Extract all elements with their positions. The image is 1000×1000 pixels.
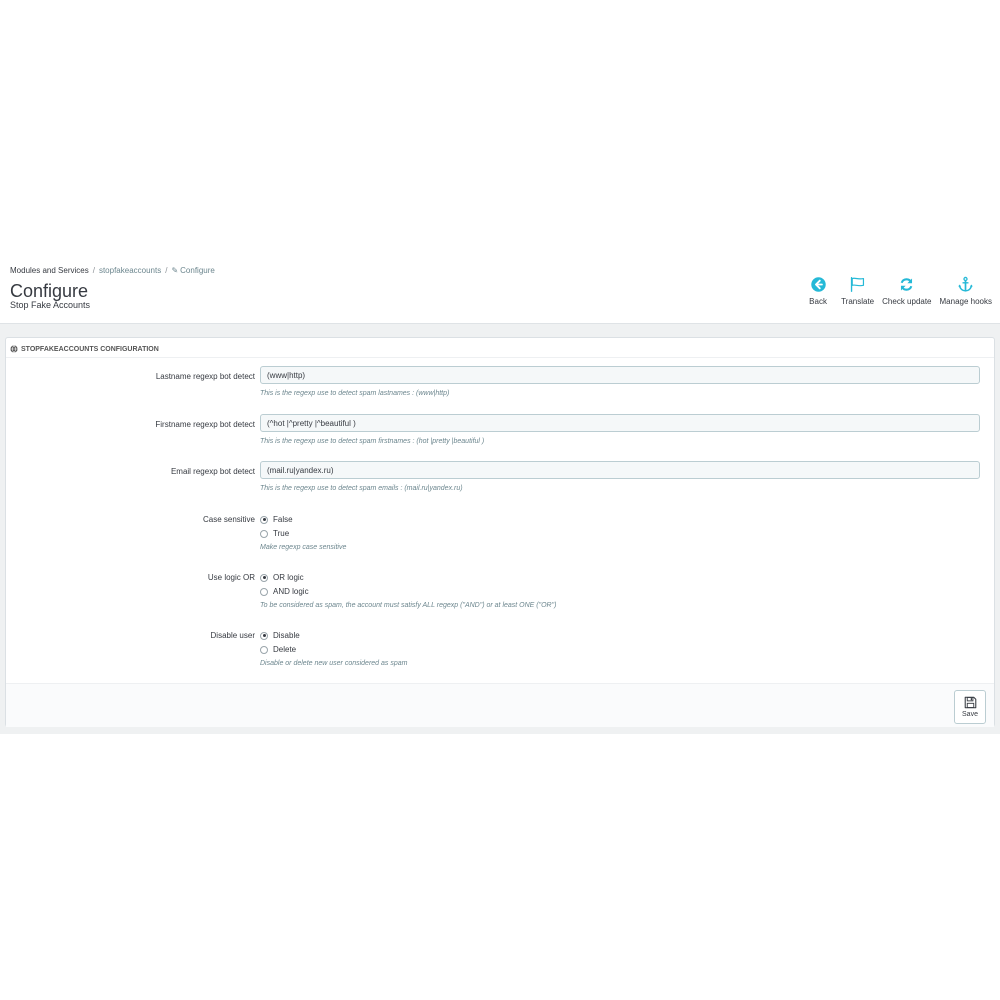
translate-label: Translate	[841, 297, 875, 306]
radio-delete[interactable]	[260, 645, 268, 654]
breadcrumb: Modules and Services / stopfakeaccounts / ✎ C…	[10, 266, 215, 275]
panel-divider	[6, 357, 994, 358]
lastname-label: Lastname regexp bot detect	[155, 372, 255, 381]
refresh-icon	[901, 278, 913, 291]
lastname-regexp-input[interactable]	[260, 366, 980, 384]
lastname-help: This is the regexp use to detect spam la…	[260, 390, 450, 397]
panel-footer: Save	[6, 683, 994, 727]
anchor-icon	[958, 276, 973, 292]
case-sensitive-label: Case sensitive	[202, 515, 255, 524]
option-delete-label: Delete	[273, 645, 297, 654]
back-arrow-icon	[810, 277, 826, 292]
case-sensitive-option-false[interactable]: False	[260, 515, 293, 524]
radio-and[interactable]	[260, 587, 268, 596]
option-and-label: AND logic	[273, 587, 309, 596]
page-title: Configure	[10, 281, 89, 301]
option-false-label: False	[273, 515, 293, 524]
floppy-disk-icon	[964, 696, 976, 709]
save-label: Save	[962, 711, 978, 718]
panel-heading: STOPFAKEACCOUNTS CONFIGURATION	[10, 342, 159, 356]
logic-option-and[interactable]: AND logic	[260, 587, 309, 596]
page-subtitle: Stop Fake Accounts	[10, 300, 91, 310]
radio-or[interactable]	[260, 573, 268, 582]
case-sensitive-option-true[interactable]: True	[260, 529, 289, 538]
option-disable-label: Disable	[273, 631, 300, 640]
disable-user-label: Disable user	[210, 631, 255, 640]
firstname-help: This is the regexp use to detect spam fi…	[260, 438, 485, 445]
panel-heading-text: STOPFAKEACCOUNTS CONFIGURATION	[21, 345, 159, 353]
breadcrumb-modules[interactable]: Modules and Services	[10, 266, 89, 275]
manage-hooks-button[interactable]: Manage hooks	[936, 276, 996, 306]
manage-hooks-label: Manage hooks	[939, 297, 992, 306]
toolbar: Back Translate Check update Manage hooks	[799, 276, 996, 306]
logic-label: Use logic OR	[207, 573, 255, 582]
email-help: This is the regexp use to detect spam em…	[260, 485, 463, 492]
check-update-label: Check update	[882, 297, 932, 306]
page-header: Modules and Services / stopfakeaccounts / ✎ C…	[0, 258, 1000, 324]
logic-option-or[interactable]: OR logic	[260, 573, 304, 582]
email-label: Email regexp bot detect	[170, 467, 255, 476]
flag-icon	[850, 277, 865, 292]
disable-user-option-disable[interactable]: Disable	[260, 631, 300, 640]
translate-button[interactable]: Translate	[837, 276, 878, 306]
globe-icon	[10, 345, 18, 353]
disable-user-option-delete[interactable]: Delete	[260, 645, 296, 654]
case-sensitive-help: Make regexp case sensitive	[260, 544, 347, 551]
configuration-panel: STOPFAKEACCOUNTS CONFIGURATION Lastname …	[5, 337, 995, 727]
email-regexp-input[interactable]	[260, 461, 980, 479]
disable-user-help: Disable or delete new user considered as…	[260, 660, 408, 667]
breadcrumb-module[interactable]: stopfakeaccounts	[99, 266, 161, 275]
radio-true[interactable]	[260, 529, 268, 538]
logic-help: To be considered as spam, the account mu…	[260, 602, 557, 609]
radio-disable[interactable]	[260, 631, 268, 640]
check-update-button[interactable]: Check update	[878, 276, 935, 306]
save-button[interactable]: Save	[954, 690, 986, 724]
back-label: Back	[809, 297, 827, 306]
back-button[interactable]: Back	[799, 276, 837, 306]
breadcrumb-configure: Configure	[180, 266, 215, 275]
admin-app: Modules and Services / stopfakeaccounts / ✎ C…	[0, 258, 1000, 734]
wrench-icon: ✎	[171, 266, 179, 275]
option-true-label: True	[273, 529, 290, 538]
option-or-label: OR logic	[273, 573, 304, 582]
firstname-label: Firstname regexp bot detect	[155, 420, 255, 429]
radio-false[interactable]	[260, 515, 268, 524]
firstname-regexp-input[interactable]	[260, 414, 980, 432]
